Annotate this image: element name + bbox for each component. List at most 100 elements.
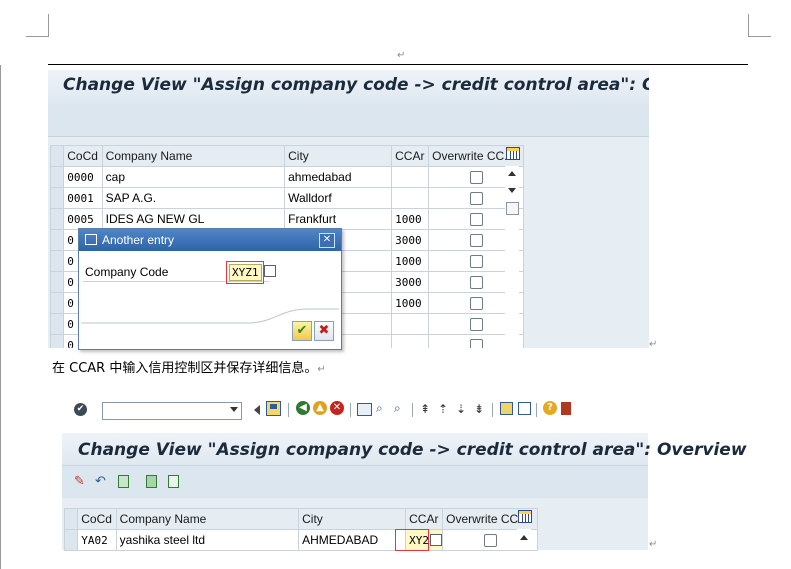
cell-ccar[interactable] [391,187,430,209]
cell-ccar[interactable]: 1000 [391,208,430,230]
previous-page-icon[interactable]: ⇡ [438,402,448,416]
cell-city: AHMEDABAD [298,529,407,551]
cell-ccar[interactable] [391,166,430,188]
customize-layout-icon[interactable] [561,402,571,415]
col-company-name[interactable]: Company Name [101,145,286,167]
overwrite-checkbox[interactable] [469,318,483,332]
cell-cocd: 0000 [63,166,103,188]
row-selector[interactable] [49,229,65,251]
exit-icon[interactable]: ▲ [313,401,327,415]
application-toolbar [48,104,649,137]
row-selector[interactable] [49,208,65,230]
scroll-up-icon[interactable] [520,535,528,540]
overwrite-checkbox[interactable] [469,213,483,227]
col-ccar[interactable]: CCAr [391,145,430,167]
table-row[interactable]: 0001 SAP A.G. Walldorf [49,187,524,209]
row-selector[interactable] [49,187,65,209]
row-selector[interactable] [49,271,65,293]
overwrite-checkbox[interactable] [469,297,483,311]
overwrite-checkbox[interactable] [469,255,483,269]
col-company-name[interactable]: Company Name [115,508,300,530]
paragraph-mark: ↵ [649,339,658,350]
col-cocd[interactable]: CoCd [77,508,117,530]
enter-button[interactable]: ✔ [74,403,87,416]
cell-ccar[interactable]: 3000 [391,229,430,251]
command-field[interactable] [102,402,242,420]
dialog-title: Another entry [102,233,175,247]
cell-ccar[interactable]: 3000 [391,271,430,293]
select-all-icon[interactable] [168,475,179,488]
cell-ccar[interactable]: 1000 [391,292,430,314]
shortcut-icon[interactable] [518,402,531,415]
row-selector[interactable] [49,166,65,188]
cancel-icon[interactable]: ✕ [330,401,344,415]
overwrite-checkbox[interactable] [469,192,483,206]
cell-company-name: IDES AG NEW GL [101,208,286,230]
save-icon[interactable] [266,401,281,416]
cell-ccar[interactable]: 1000 [391,250,430,272]
possible-entries-icon[interactable] [430,534,442,546]
crop-mark-left-edge [0,65,1,569]
cell-company-name: cap [101,166,286,188]
row-selector[interactable] [49,334,65,348]
overwrite-checkbox[interactable] [469,234,483,248]
help-icon[interactable]: ? [543,401,557,415]
scroll-thumb[interactable] [506,202,519,215]
select-all-header[interactable] [63,508,79,530]
col-city[interactable]: City [284,145,393,167]
cancel-button[interactable]: ✖ [314,321,334,341]
company-code-label: Company Code [85,265,169,279]
scroll-up-icon[interactable] [508,171,516,176]
toolbar-separator [492,403,493,417]
table-settings-icon[interactable] [506,147,520,160]
row-selector[interactable] [49,313,65,335]
next-page-icon[interactable]: ⇣ [456,402,466,416]
col-cocd[interactable]: CoCd [63,145,103,167]
delete-icon[interactable] [146,475,157,488]
row-selector[interactable] [63,529,79,551]
last-page-icon[interactable]: ⇟ [474,402,484,416]
overwrite-checkbox[interactable] [469,339,483,348]
find-next-icon[interactable]: ⌕ [394,402,407,415]
row-selector[interactable] [49,250,65,272]
overwrite-checkbox[interactable] [469,171,483,185]
overwrite-checkbox[interactable] [469,276,483,290]
new-session-icon[interactable] [500,402,513,415]
row-selector[interactable] [49,292,65,314]
cell-cocd: YA02 [77,529,117,551]
print-icon[interactable] [357,403,372,416]
toolbar-separator [412,403,413,417]
collapse-arrow-icon[interactable] [254,405,260,415]
table-scrollbar[interactable] [505,166,519,348]
undo-icon[interactable]: ↶ [95,474,106,489]
crop-mark-top-left [26,14,49,37]
col-city[interactable]: City [298,508,407,530]
display-change-icon[interactable]: ✎ [74,474,85,489]
dialog-titlebar[interactable]: Another entry ✕ [79,229,341,251]
company-code-input[interactable]: XYZ1 [229,264,262,281]
overwrite-checkbox[interactable] [483,534,497,548]
table-settings-icon[interactable] [518,510,532,523]
col-ccar[interactable]: CCAr [405,508,444,530]
instruction-text: 在 CCAR 中输入信用控制区并保存详细信息。↵ [52,361,326,376]
find-icon[interactable]: ⌕ [376,402,389,415]
cell-ccar[interactable] [391,313,430,335]
cell-ccar[interactable] [391,334,430,348]
chevron-down-icon[interactable] [230,407,238,412]
copy-as-icon[interactable] [118,475,129,488]
possible-entries-icon[interactable] [264,265,276,277]
table-scrollbar[interactable] [517,529,531,550]
confirm-button[interactable]: ✔ [292,321,312,341]
paragraph-mark: ↵ [397,50,406,61]
table-row[interactable]: 0005 IDES AG NEW GL Frankfurt 1000 [49,208,524,230]
select-all-header[interactable] [49,145,65,167]
back-icon[interactable]: ◀ [296,401,310,415]
scroll-down-icon[interactable] [508,188,516,193]
table-row[interactable]: 0000 cap ahmedabad [49,166,524,188]
first-page-icon[interactable]: ⇞ [420,402,430,416]
another-entry-dialog: Another entry ✕ Company Code XYZ1 ✔ ✖ [78,228,342,350]
close-icon[interactable]: ✕ [319,233,335,248]
table-row[interactable]: YA02 yashika steel ltd AHMEDABAD XY25 [63,529,538,551]
header-rule [48,64,748,65]
cell-city: ahmedabad [284,166,393,188]
